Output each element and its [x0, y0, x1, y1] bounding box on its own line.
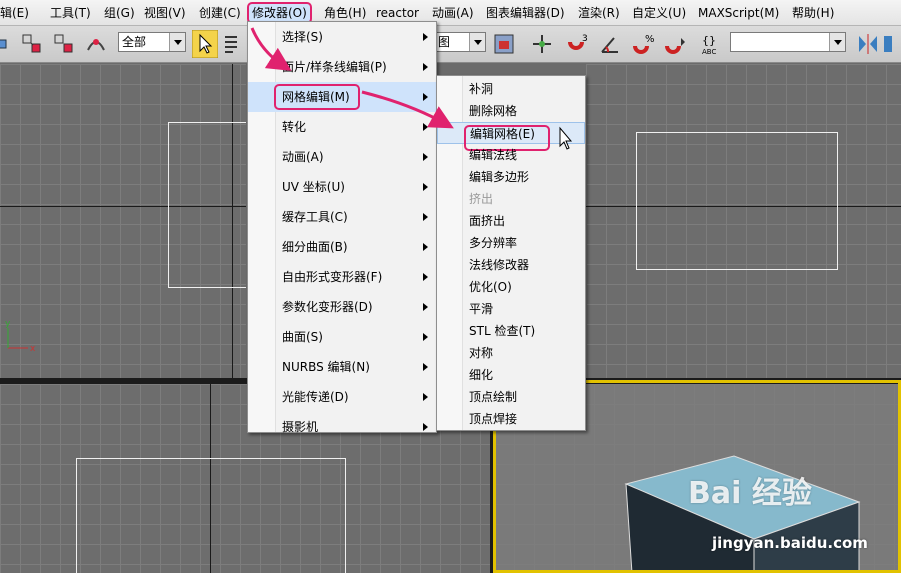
link-icon[interactable] [0, 32, 16, 56]
menu-views[interactable]: 视图(V) [144, 4, 186, 22]
menu-bar: 辑(E) 工具(T) 组(G) 视图(V) 创建(C) 修改器(O) 角色(H)… [0, 0, 901, 26]
watermark-logo: Bai 经验 [688, 476, 812, 511]
submenu-item-symmetry[interactable]: 对称 [437, 342, 585, 364]
submenu-item-face-extrude[interactable]: 面挤出 [437, 210, 585, 232]
mesh-editing-submenu: 补洞 删除网格 编辑网格(E) 编辑法线 编辑多边形 挤出 面挤出 多分辨率 法… [436, 75, 586, 431]
menu-character[interactable]: 角色(H) [324, 4, 366, 22]
submenu-item-optimize[interactable]: 优化(O) [437, 276, 585, 298]
menu-edit[interactable]: 辑(E) [0, 4, 29, 22]
menu-maxscript[interactable]: MAXScript(M) [698, 4, 779, 22]
select-and-manipulate-icon[interactable] [530, 32, 554, 56]
menu-item-surface[interactable]: 曲面(S) [248, 322, 436, 352]
menu-tools[interactable]: 工具(T) [50, 4, 91, 22]
align-icon[interactable] [882, 32, 901, 56]
angle-snap-icon[interactable] [598, 32, 622, 56]
menu-graph-editors[interactable]: 图表编辑器(D) [486, 4, 565, 22]
svg-text:%: % [645, 34, 655, 45]
submenu-item-delete-mesh[interactable]: 删除网格 [437, 100, 585, 122]
named-selection-sets-dropdown[interactable] [730, 32, 846, 52]
submenu-item-edit-poly[interactable]: 编辑多边形 [437, 166, 585, 188]
submenu-item-edit-mesh[interactable]: 编辑网格(E) [437, 122, 585, 151]
unlink-icon[interactable] [52, 32, 76, 56]
menu-item-patch-spline-editing[interactable]: 面片/样条线编辑(P) [248, 52, 436, 82]
percent-snap-icon[interactable]: % [632, 32, 656, 56]
submenu-item-stl-check[interactable]: STL 检查(T) [437, 320, 585, 342]
watermark-url: jingyan.baidu.com [712, 534, 868, 552]
plane-object-outline[interactable] [76, 458, 346, 573]
menu-create[interactable]: 创建(C) [199, 4, 241, 22]
submenu-item-multires[interactable]: 多分辨率 [437, 232, 585, 254]
main-toolbar: 全部 图 3 % {} ABC [0, 26, 901, 63]
submenu-item-vertex-weld[interactable]: 顶点焊接 [437, 408, 585, 430]
menu-group[interactable]: 组(G) [104, 4, 135, 22]
bind-space-warp-icon[interactable] [84, 32, 108, 56]
submenu-item-tessellate[interactable]: 细化 [437, 364, 585, 386]
plane-object-outline[interactable] [636, 132, 838, 270]
submenu-item-vertex-paint[interactable]: 顶点绘制 [437, 386, 585, 408]
menu-item-mesh-editing[interactable]: 网格编辑(M) [248, 82, 436, 112]
menu-rendering[interactable]: 渲染(R) [578, 4, 620, 22]
mirror-icon[interactable] [856, 32, 880, 56]
plane-object-outline[interactable] [168, 122, 246, 288]
3dsmax-window: 辑(E) 工具(T) 组(G) 视图(V) 创建(C) 修改器(O) 角色(H)… [0, 0, 901, 573]
snaps-3d-icon[interactable]: 3 [566, 32, 590, 56]
axis-tripod-icon: x y [5, 319, 36, 354]
menu-help[interactable]: 帮助(H) [792, 4, 834, 22]
menu-item-animation[interactable]: 动画(A) [248, 142, 436, 172]
menu-item-cache-tools[interactable]: 缓存工具(C) [248, 202, 436, 232]
svg-text:{}: {} [702, 34, 716, 47]
viewport-left[interactable] [586, 64, 901, 378]
menu-item-uv-coordinates[interactable]: UV 坐标(U) [248, 172, 436, 202]
viewport-top[interactable]: x y [0, 64, 246, 378]
menu-customize[interactable]: 自定义(U) [632, 4, 686, 22]
svg-text:y: y [5, 319, 11, 329]
menu-animation[interactable]: 动画(A) [432, 4, 474, 22]
menu-reactor[interactable]: reactor [376, 4, 419, 22]
select-object-icon[interactable] [192, 30, 218, 58]
submenu-item-normal-modifier[interactable]: 法线修改器 [437, 254, 585, 276]
modifiers-dropdown-menu: 选择(S) 面片/样条线编辑(P) 网格编辑(M) 转化 动画(A) UV 坐标… [247, 21, 437, 434]
select-by-name-icon[interactable] [222, 32, 246, 56]
menu-item-conversion[interactable]: 转化 [248, 112, 436, 142]
select-and-link-icon[interactable] [20, 32, 44, 56]
menu-item-nurbs-editing[interactable]: NURBS 编辑(N) [248, 352, 436, 382]
selection-filter-dropdown[interactable]: 全部 [118, 32, 186, 52]
menu-item-cameras[interactable]: 摄影机 [248, 412, 436, 442]
reference-coordinate-dropdown[interactable]: 图 [434, 32, 486, 52]
svg-text:3: 3 [582, 34, 588, 44]
submenu-item-edit-normals[interactable]: 编辑法线 [437, 144, 585, 166]
menu-item-subdivision-surfaces[interactable]: 细分曲面(B) [248, 232, 436, 262]
submenu-item-extrude: 挤出 [469, 192, 494, 206]
edit-named-selection-icon[interactable]: {}ABC [700, 32, 724, 56]
menu-item-radiosity[interactable]: 光能传递(D) [248, 382, 436, 412]
menu-item-parametric-deformers[interactable]: 参数化变形器(D) [248, 292, 436, 322]
menu-item-free-form-deformers[interactable]: 自由形式变形器(F) [248, 262, 436, 292]
submenu-item-smooth[interactable]: 平滑 [437, 298, 585, 320]
spinner-snap-icon[interactable] [664, 32, 688, 56]
menu-item-selection[interactable]: 选择(S) [248, 22, 436, 52]
svg-text:ABC: ABC [702, 48, 716, 56]
submenu-item-cap-holes[interactable]: 补洞 [437, 78, 585, 100]
svg-text:x: x [30, 344, 36, 354]
use-pivot-center-icon[interactable] [492, 32, 516, 56]
